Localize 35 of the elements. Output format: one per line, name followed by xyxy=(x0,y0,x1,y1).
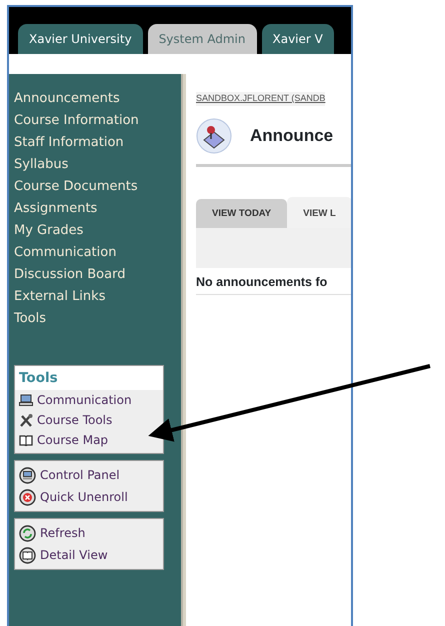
page-title: Announce xyxy=(250,125,334,148)
tool-link[interactable]: Course Map xyxy=(15,430,163,450)
monitor-icon xyxy=(19,466,36,484)
course-tab[interactable]: Xavier V xyxy=(262,24,334,54)
refresh-icon xyxy=(19,524,36,542)
menu-link[interactable]: Course Documents xyxy=(14,178,154,196)
tool-link[interactable]: Course Tools xyxy=(15,410,163,430)
menu-link[interactable]: External Links xyxy=(14,288,154,306)
menu-link[interactable]: My Grades xyxy=(14,222,154,240)
tools-icon xyxy=(19,414,33,427)
tool-link[interactable]: Detail View xyxy=(15,544,163,566)
breadcrumb-link[interactable]: SANDBOX.JFLORENT (SANDB xyxy=(196,92,326,106)
monitor-icon xyxy=(19,394,33,406)
menu-link[interactable]: Staff Information xyxy=(14,134,154,152)
view-tab[interactable]: VIEW L xyxy=(287,197,351,228)
pushpin-note-icon xyxy=(196,118,232,154)
menu-link[interactable]: Announcements xyxy=(14,90,154,108)
stop-icon xyxy=(19,488,36,506)
menu-link[interactable]: Assignments xyxy=(14,200,154,218)
menu-link[interactable]: Discussion Board xyxy=(14,266,154,284)
panel-title: Tools xyxy=(15,366,163,390)
empty-message: No announcements fo xyxy=(196,268,351,295)
tool-link[interactable]: Communication xyxy=(15,390,163,410)
menu-link[interactable]: Syllabus xyxy=(14,156,154,174)
menu-link[interactable]: Tools xyxy=(14,310,154,328)
view-tab[interactable]: VIEW TODAY xyxy=(196,199,288,228)
tool-link[interactable]: Quick Unenroll xyxy=(15,486,163,508)
book-icon xyxy=(19,546,36,564)
menu-link[interactable]: Communication xyxy=(14,244,154,262)
tool-link[interactable]: Refresh xyxy=(15,522,163,544)
tool-link[interactable]: Control Panel xyxy=(15,464,163,486)
course-tab[interactable]: System Admin xyxy=(148,24,256,54)
menu-link[interactable]: Course Information xyxy=(14,112,154,130)
course-tab[interactable]: Xavier University xyxy=(18,24,143,54)
book-icon xyxy=(19,434,33,446)
